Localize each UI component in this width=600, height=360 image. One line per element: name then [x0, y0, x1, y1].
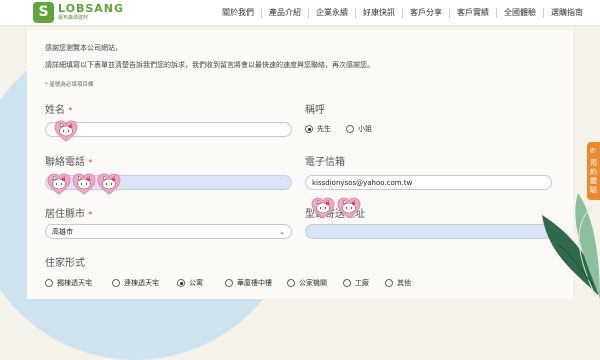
- sticker-icon: [72, 172, 96, 196]
- housing-option-building[interactable]: 華廈樓中樓: [225, 278, 272, 288]
- housing-option-factory[interactable]: 工廠: [343, 278, 369, 288]
- radio-checked-icon: [305, 125, 313, 133]
- housing-option-townhouse[interactable]: 連棟透天宅: [112, 278, 159, 288]
- housing-option-detached[interactable]: 獨棟透天宅: [45, 278, 92, 288]
- email-input[interactable]: kissdionysos@yahoo.com.tw: [305, 175, 552, 190]
- housing-option-government[interactable]: 公家機關: [287, 278, 327, 288]
- required-note-text: 星號為必填項目欄: [49, 82, 94, 88]
- decorative-leaves: [542, 193, 600, 299]
- nav-item-about[interactable]: 關於我們: [215, 7, 262, 18]
- nav-item-guide[interactable]: 選購指南: [544, 8, 590, 18]
- main-nav: 關於我們 產品介紹 企業永續 好康快訊 客戶分享 客戶實績 全國體驗 選購指南: [215, 0, 590, 25]
- radio-unchecked-icon: [45, 279, 53, 287]
- contact-form-card: [27, 30, 573, 299]
- nav-item-customer-share[interactable]: 客戶分享: [403, 7, 450, 18]
- sticker-icon: [97, 172, 121, 196]
- title-option-mr[interactable]: 先生: [305, 124, 331, 134]
- phone-icon: ✆: [590, 147, 596, 155]
- chevron-down-icon: ⌄: [279, 228, 285, 236]
- logo-mark-icon: S: [33, 2, 54, 23]
- logo-name: LOBSANG: [58, 2, 125, 15]
- logo-subtitle: 羅布森綠建材: [58, 15, 89, 21]
- intro-line-2: 請詳細填寫以下表單並清楚告訴我們您的訴求，我們收到留言將會以最快速的速度與您聯絡…: [45, 61, 374, 69]
- title-option-ms[interactable]: 小姐: [346, 124, 372, 134]
- radio-unchecked-icon: [343, 279, 351, 287]
- sticker-icon: [311, 196, 335, 220]
- top-navigation-bar: S LOBSANG 羅布森綠建材 關於我們 產品介紹 企業永續 好康快訊 客戶分…: [0, 0, 600, 26]
- intro-line-1: 感謝您瀏覽本公司網站，: [45, 44, 122, 52]
- email-label: 電子信箱: [305, 157, 345, 168]
- housing-label: 住家形式: [45, 258, 85, 269]
- catalog-address-input[interactable]: [305, 224, 552, 239]
- nav-item-cases[interactable]: 客戶實績: [450, 7, 497, 18]
- sticker-icon: [337, 196, 361, 220]
- nav-item-news[interactable]: 好康快訊: [356, 7, 403, 18]
- radio-unchecked-icon: [225, 279, 233, 287]
- radio-unchecked-icon: [112, 279, 120, 287]
- city-select[interactable]: 高雄市 ⌄: [45, 224, 292, 239]
- logo-text: LOBSANG 羅布森綠建材: [58, 3, 124, 22]
- title-label: 稱呼: [305, 105, 325, 116]
- phone-label: 聯絡電話 *: [45, 157, 93, 168]
- radio-checked-icon: [177, 279, 185, 287]
- sticker-icon: [47, 172, 71, 196]
- sticker-icon: [54, 119, 78, 143]
- city-label: 居住縣市 *: [45, 209, 93, 220]
- radio-unchecked-icon: [346, 125, 354, 133]
- name-input[interactable]: [45, 122, 292, 137]
- radio-unchecked-icon: [287, 279, 295, 287]
- nav-item-sustainability[interactable]: 企業永續: [309, 7, 356, 18]
- required-note: * 星號為必填項目欄: [45, 82, 94, 88]
- nav-item-experience[interactable]: 全國體驗: [497, 7, 544, 18]
- brand-logo[interactable]: S LOBSANG 羅布森綠建材: [33, 2, 124, 23]
- housing-option-other[interactable]: 其他: [385, 278, 411, 288]
- nav-item-products[interactable]: 產品介紹: [262, 7, 309, 18]
- housing-option-apartment[interactable]: 公寓: [177, 278, 203, 288]
- name-label: 姓名 *: [45, 105, 73, 116]
- radio-unchecked-icon: [385, 279, 393, 287]
